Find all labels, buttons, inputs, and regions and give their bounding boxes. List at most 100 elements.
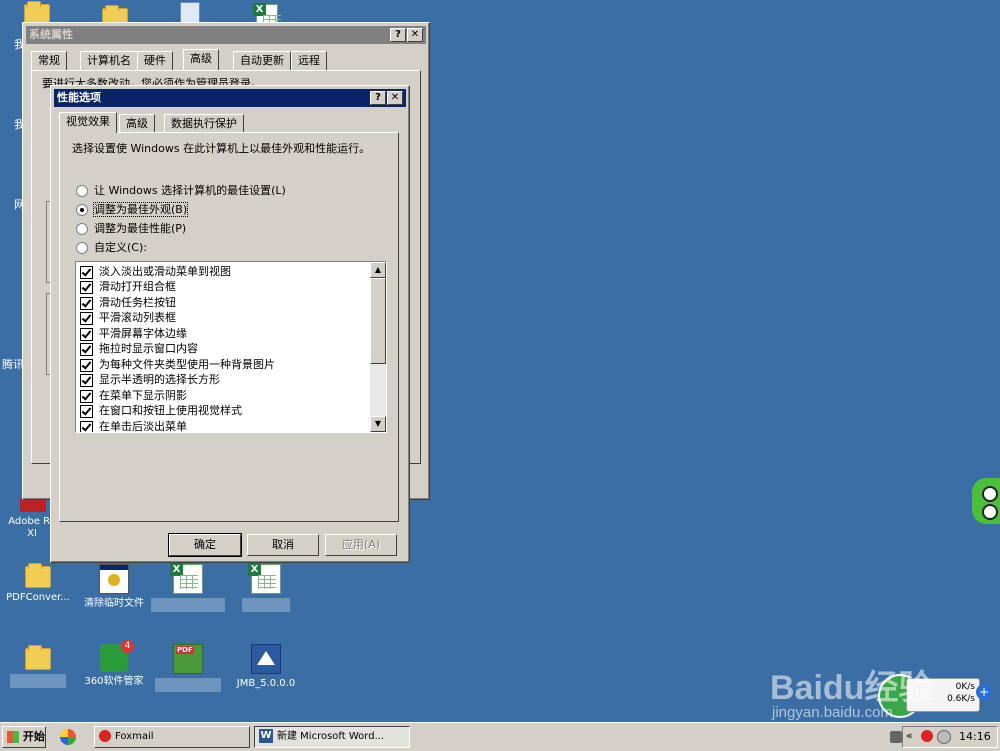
cancel-button[interactable]: 取消 — [247, 534, 319, 556]
effect-item[interactable]: 滑动任务栏按钮 — [80, 295, 176, 310]
excel-file-icon — [170, 563, 203, 594]
taskbar: 开始 Foxmail W 新建 Microsoft Word... « 14:16 — [0, 722, 1000, 751]
blurred-label — [155, 678, 221, 692]
tab-general[interactable]: 常规 — [31, 51, 67, 70]
scroll-down-arrow-icon[interactable]: ▼ — [370, 416, 386, 432]
description-text: 选择设置使 Windows 在此计算机上以最佳外观和性能运行。 — [72, 142, 371, 155]
radio-custom[interactable]: 自定义(C): — [76, 240, 147, 256]
scroll-up-arrow-icon[interactable]: ▲ — [370, 262, 386, 278]
baidu-watermark-url: jingyan.baidu.com — [772, 704, 893, 721]
network-tray-icon[interactable] — [937, 730, 951, 744]
checkbox[interactable] — [80, 404, 93, 418]
desktop-icon-label: 清除临时文件 — [84, 598, 144, 609]
title-bar[interactable]: 性能选项 ? ✕ — [54, 89, 406, 107]
vertical-scrollbar[interactable]: ▲ ▼ — [370, 262, 386, 432]
taskbar-item-foxmail[interactable]: Foxmail — [94, 726, 250, 748]
adobe-reader-icon — [20, 498, 46, 512]
effect-item[interactable]: 平滑滚动列表框 — [80, 310, 176, 325]
radio-button — [76, 223, 88, 235]
expand-tray-icon[interactable]: « — [906, 729, 913, 742]
checkbox[interactable] — [80, 265, 93, 279]
effect-item[interactable]: 在单击后淡出菜单 — [80, 419, 187, 432]
effect-item[interactable]: 为每种文件夹类型使用一种背景图片 — [80, 357, 275, 372]
desktop-icon-folder[interactable] — [0, 645, 78, 691]
radio-best-appearance[interactable]: 调整为最佳外观(B) — [76, 202, 189, 218]
tab-remote[interactable]: 远程 — [291, 51, 327, 70]
effect-item[interactable]: 显示半透明的选择长方形 — [80, 372, 220, 387]
close-button[interactable]: ✕ — [407, 28, 423, 42]
help-button[interactable]: ? — [370, 91, 386, 105]
checkbox[interactable] — [80, 358, 93, 372]
checkbox[interactable] — [80, 296, 93, 310]
scroll-thumb[interactable] — [370, 278, 386, 364]
desktop-icon-partial-label[interactable]: 腾讯 — [2, 356, 24, 372]
effect-label: 淡入淡出或滑动菜单到视图 — [99, 265, 231, 278]
tab-computer-name[interactable]: 计算机名 — [80, 51, 138, 70]
effect-item[interactable]: 拖拉时显示窗口内容 — [80, 341, 198, 356]
folder-icon[interactable] — [24, 1, 50, 24]
desktop-icon-excel-2[interactable] — [226, 563, 306, 615]
checkbox[interactable] — [80, 311, 93, 325]
apply-button[interactable]: 应用(A) — [325, 534, 397, 556]
tab-dep[interactable]: 数据执行保护 — [164, 114, 244, 133]
effect-item[interactable]: 平滑屏幕字体边缘 — [80, 326, 187, 341]
desktop-icon-excel-1[interactable] — [148, 563, 228, 615]
radio-let-windows-choose[interactable]: 让 Windows 选择计算机的最佳设置(L) — [76, 183, 286, 199]
jmb-app-icon — [251, 644, 281, 674]
desktop-icon-jmb[interactable]: JMB_5.0.0.0 — [226, 644, 306, 690]
mascot-icon[interactable] — [972, 478, 1000, 524]
effect-item[interactable]: 淡入淡出或滑动菜单到视图 — [80, 264, 231, 279]
desktop-icon-360[interactable]: 4 360软件管家 — [74, 640, 154, 688]
help-button[interactable]: ? — [390, 28, 406, 42]
folder-icon — [25, 645, 51, 670]
effect-item[interactable]: 在菜单下显示阴影 — [80, 388, 187, 403]
ok-button[interactable]: 确定 — [168, 533, 242, 557]
radio-best-performance[interactable]: 调整为最佳性能(P) — [76, 221, 186, 237]
start-button[interactable]: 开始 — [2, 726, 46, 748]
tab-advanced[interactable]: 高级 — [119, 114, 155, 133]
close-button[interactable]: ✕ — [387, 91, 403, 105]
effect-label: 滑动打开组合框 — [99, 280, 176, 293]
blurred-label — [151, 598, 225, 612]
checkbox[interactable] — [80, 280, 93, 294]
effect-item[interactable]: 在窗口和按钮上使用视觉样式 — [80, 403, 242, 418]
effect-label: 拖拉时显示窗口内容 — [99, 342, 198, 355]
word-icon: W — [259, 729, 273, 743]
radio-label: 让 Windows 选择计算机的最佳设置(L) — [94, 184, 286, 197]
foxmail-icon — [99, 730, 111, 742]
effect-item[interactable]: 滑动打开组合框 — [80, 279, 176, 294]
visual-effects-list[interactable]: 淡入淡出或滑动菜单到视图 滑动打开组合框 滑动任务栏按钮 平滑滚动列表框 平滑屏… — [75, 261, 387, 433]
system-tray: « 14:16 — [902, 726, 998, 748]
radio-button — [76, 185, 88, 197]
taskbar-item-word[interactable]: W 新建 Microsoft Word... — [254, 726, 410, 748]
radio-label: 调整为最佳外观(B) — [92, 202, 189, 217]
effect-label: 在菜单下显示阴影 — [99, 389, 187, 402]
desktop-icon-pdf[interactable]: PDF — [148, 644, 228, 695]
folder-icon — [25, 563, 51, 588]
quick-launch-icon[interactable] — [60, 729, 76, 745]
radio-button — [76, 242, 88, 254]
checkbox[interactable] — [80, 389, 93, 403]
effect-label: 在窗口和按钮上使用视觉样式 — [99, 404, 242, 417]
tab-automatic-updates[interactable]: 自动更新 — [233, 51, 291, 70]
tab-advanced[interactable]: 高级 — [183, 49, 219, 70]
clock[interactable]: 14:16 — [959, 730, 991, 743]
printer-icon[interactable] — [890, 731, 902, 743]
performance-options-dialog[interactable]: 性能选项 ? ✕ 视觉效果 高级 数据执行保护 选择设置使 Windows 在此… — [50, 85, 410, 563]
desktop-icon-label: 360软件管家 — [84, 676, 144, 687]
foxmail-tray-icon[interactable] — [921, 730, 933, 742]
plus-icon[interactable]: + — [976, 684, 992, 700]
excel-file-icon — [248, 563, 281, 594]
checkbox[interactable] — [80, 373, 93, 387]
radio-label: 调整为最佳性能(P) — [94, 222, 187, 235]
tab-panel: 选择设置使 Windows 在此计算机上以最佳外观和性能运行。 让 Window… — [59, 132, 399, 522]
desktop-icon-cleaner[interactable]: 清除临时文件 — [74, 564, 154, 610]
checkbox[interactable] — [80, 342, 93, 356]
checkbox[interactable] — [80, 420, 93, 432]
360-software-manager-icon: 4 — [100, 640, 134, 672]
desktop-icon-pdfconverter[interactable]: PDFConver... — [0, 563, 78, 604]
title-bar[interactable]: 系统属性 ? ✕ — [26, 26, 426, 44]
tab-hardware[interactable]: 硬件 — [137, 51, 173, 70]
checkbox[interactable] — [80, 327, 93, 341]
tab-visual-effects[interactable]: 视觉效果 — [59, 112, 117, 133]
